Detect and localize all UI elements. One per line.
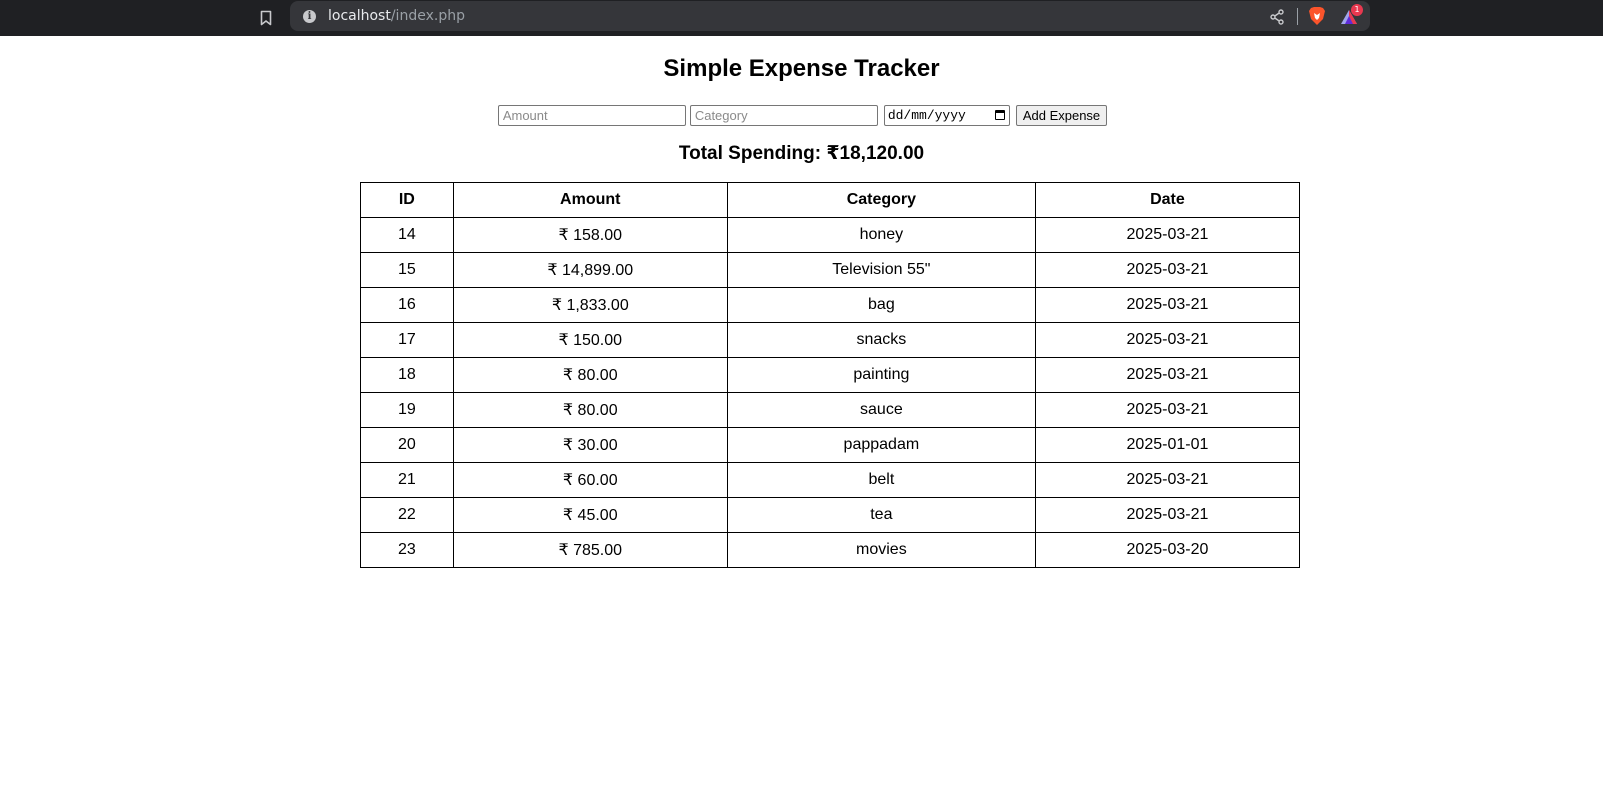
cell-date: 2025-03-21 bbox=[1034, 497, 1301, 533]
date-placeholder: dd/mm/yyyy bbox=[887, 108, 966, 123]
cell-amount: ₹ 785.00 bbox=[452, 532, 728, 568]
bookmark-icon[interactable] bbox=[258, 8, 274, 28]
browser-toolbar: i localhost/index.php 1 bbox=[0, 0, 1603, 36]
header-category: Category bbox=[726, 182, 1036, 218]
cell-category: pappadam bbox=[726, 427, 1036, 463]
info-icon[interactable]: i bbox=[303, 10, 316, 23]
url-host: localhost bbox=[328, 8, 391, 24]
table-row: 23 ₹ 785.00 movies 2025-03-20 bbox=[360, 532, 1301, 568]
cell-date: 2025-03-21 bbox=[1034, 252, 1301, 288]
header-id: ID bbox=[360, 182, 454, 218]
rewards-badge: 1 bbox=[1351, 4, 1363, 16]
table-header-row: ID Amount Category Date bbox=[360, 182, 1301, 218]
add-expense-button[interactable]: Add Expense bbox=[1015, 105, 1108, 126]
brave-lion-icon[interactable] bbox=[1308, 6, 1326, 26]
expenses-table: ID Amount Category Date 14 ₹ 158.00 hone… bbox=[360, 182, 1301, 568]
cell-date: 2025-03-21 bbox=[1034, 392, 1301, 428]
expense-form: dd/mm/yyyy Add Expense bbox=[0, 105, 1603, 126]
cell-category: snacks bbox=[726, 322, 1036, 358]
cell-category: movies bbox=[726, 532, 1036, 568]
cell-category: sauce bbox=[726, 392, 1036, 428]
cell-category: tea bbox=[726, 497, 1036, 533]
cell-category: bag bbox=[726, 287, 1036, 323]
table-row: 18 ₹ 80.00 painting 2025-03-21 bbox=[360, 357, 1301, 393]
cell-id: 16 bbox=[360, 287, 454, 323]
cell-date: 2025-03-21 bbox=[1034, 357, 1301, 393]
cell-id: 20 bbox=[360, 427, 454, 463]
cell-date: 2025-01-01 bbox=[1034, 427, 1301, 463]
cell-amount: ₹ 80.00 bbox=[452, 392, 728, 428]
cell-id: 23 bbox=[360, 532, 454, 568]
cell-category: painting bbox=[726, 357, 1036, 393]
cell-amount: ₹ 80.00 bbox=[452, 357, 728, 393]
address-bar[interactable]: i localhost/index.php 1 bbox=[290, 1, 1370, 31]
cell-amount: ₹ 60.00 bbox=[452, 462, 728, 498]
cell-date: 2025-03-21 bbox=[1034, 217, 1301, 253]
table-row: 15 ₹ 14,899.00 Television 55" 2025-03-21 bbox=[360, 252, 1301, 288]
cell-date: 2025-03-21 bbox=[1034, 287, 1301, 323]
cell-id: 15 bbox=[360, 252, 454, 288]
calendar-icon[interactable] bbox=[994, 110, 1005, 120]
table-row: 19 ₹ 80.00 sauce 2025-03-21 bbox=[360, 392, 1301, 428]
toolbar-separator bbox=[1297, 8, 1298, 25]
total-spending: Total Spending: ₹18,120.00 bbox=[678, 143, 925, 164]
cell-amount: ₹ 1,833.00 bbox=[452, 287, 728, 323]
cell-category: belt bbox=[726, 462, 1036, 498]
page-content: Simple Expense Tracker dd/mm/yyyy Add Ex… bbox=[0, 36, 1603, 788]
cell-category: honey bbox=[726, 217, 1036, 253]
cell-category: Television 55" bbox=[726, 252, 1036, 288]
amount-input[interactable] bbox=[497, 105, 686, 126]
cell-id: 19 bbox=[360, 392, 454, 428]
cell-id: 22 bbox=[360, 497, 454, 533]
header-amount: Amount bbox=[452, 182, 728, 218]
header-date: Date bbox=[1034, 182, 1301, 218]
page-title: Simple Expense Tracker bbox=[663, 55, 940, 82]
table-row: 20 ₹ 30.00 pappadam 2025-01-01 bbox=[360, 427, 1301, 463]
cell-amount: ₹ 158.00 bbox=[452, 217, 728, 253]
url-text[interactable]: localhost/index.php bbox=[328, 8, 465, 24]
cell-id: 21 bbox=[360, 462, 454, 498]
cell-amount: ₹ 150.00 bbox=[452, 322, 728, 358]
cell-date: 2025-03-20 bbox=[1034, 532, 1301, 568]
url-path: /index.php bbox=[390, 8, 465, 24]
cell-amount: ₹ 14,899.00 bbox=[452, 252, 728, 288]
table-row: 22 ₹ 45.00 tea 2025-03-21 bbox=[360, 497, 1301, 533]
cell-id: 17 bbox=[360, 322, 454, 358]
table-row: 21 ₹ 60.00 belt 2025-03-21 bbox=[360, 462, 1301, 498]
table-row: 14 ₹ 158.00 honey 2025-03-21 bbox=[360, 217, 1301, 253]
cell-date: 2025-03-21 bbox=[1034, 462, 1301, 498]
cell-id: 18 bbox=[360, 357, 454, 393]
category-input[interactable] bbox=[689, 105, 878, 126]
cell-amount: ₹ 30.00 bbox=[452, 427, 728, 463]
cell-id: 14 bbox=[360, 217, 454, 253]
brave-rewards-icon[interactable]: 1 bbox=[1339, 4, 1363, 27]
share-icon[interactable] bbox=[1268, 8, 1286, 26]
date-input[interactable]: dd/mm/yyyy bbox=[883, 105, 1010, 126]
table-row: 17 ₹ 150.00 snacks 2025-03-21 bbox=[360, 322, 1301, 358]
cell-amount: ₹ 45.00 bbox=[452, 497, 728, 533]
cell-date: 2025-03-21 bbox=[1034, 322, 1301, 358]
table-row: 16 ₹ 1,833.00 bag 2025-03-21 bbox=[360, 287, 1301, 323]
